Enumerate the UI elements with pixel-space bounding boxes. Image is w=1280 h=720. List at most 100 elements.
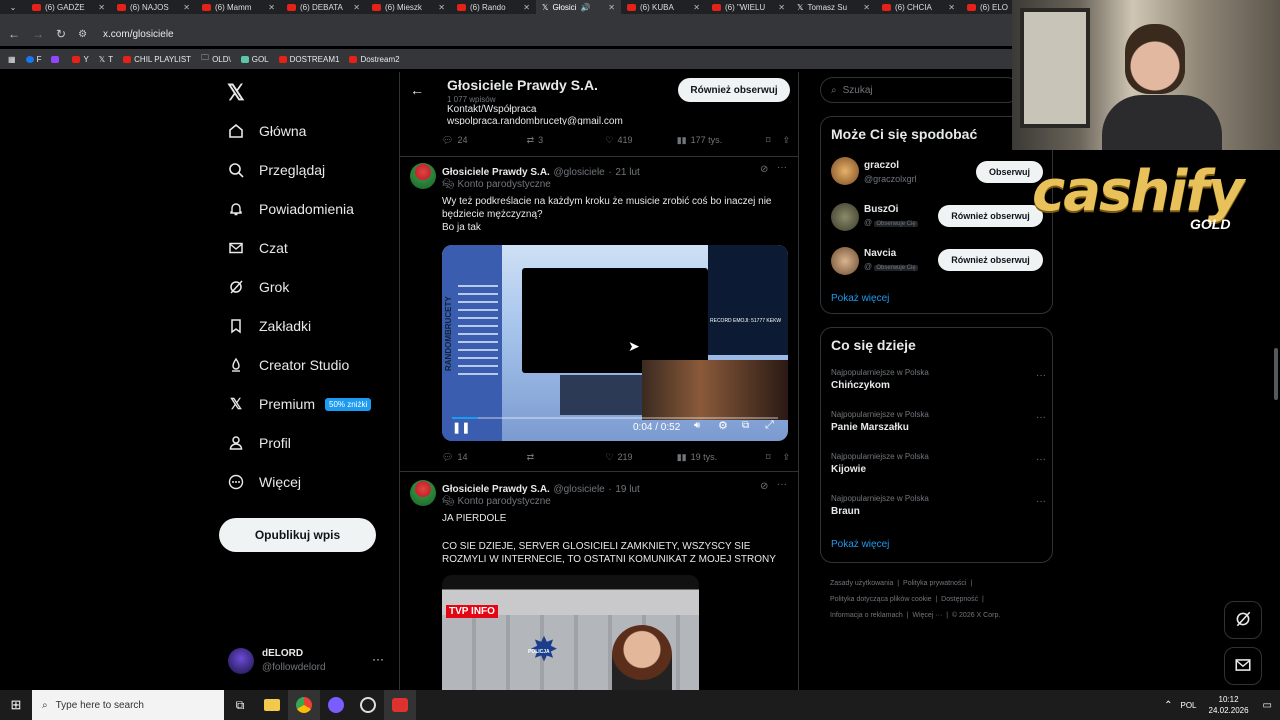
avatar[interactable]: [831, 157, 859, 185]
site-info-icon[interactable]: ⚙: [78, 29, 87, 40]
grok-icon[interactable]: ⊘: [760, 481, 768, 492]
tweet-date[interactable]: 19 lut: [615, 484, 639, 495]
like-icon[interactable]: ♡: [605, 135, 613, 146]
nav-more[interactable]: Więcej: [227, 470, 397, 494]
nav-explore[interactable]: Przeglądaj: [227, 158, 397, 182]
share-icon[interactable]: ⇪: [782, 135, 790, 146]
grok-icon[interactable]: ⊘: [760, 164, 768, 175]
apps-grid-icon[interactable]: ▦: [8, 55, 16, 64]
notifications-icon[interactable]: ▭: [1263, 700, 1272, 711]
close-icon[interactable]: ✕: [523, 3, 530, 12]
taskbar-search[interactable]: ⌕ Type here to search: [32, 690, 224, 720]
keyboard-language[interactable]: POL: [1180, 701, 1196, 710]
close-icon[interactable]: ✕: [693, 3, 700, 12]
browser-tab[interactable]: 𝕏 Tomasz Su ✕: [791, 0, 876, 14]
more-dots-icon[interactable]: ···: [372, 652, 384, 666]
chrome-icon[interactable]: [288, 690, 320, 720]
more-dots-icon[interactable]: ···: [1036, 412, 1046, 423]
browser-tab[interactable]: (6) NAJOS ✕: [111, 0, 196, 14]
footer-link[interactable]: Zasady użytkowania: [830, 580, 893, 587]
pip-icon[interactable]: ⧉: [742, 420, 749, 431]
browser-tab[interactable]: (6) Rando ✕: [451, 0, 536, 14]
browser-tab[interactable]: (6) "WIELU ✕: [706, 0, 791, 14]
nav-creator-studio[interactable]: Creator Studio: [227, 353, 397, 377]
task-view-icon[interactable]: ⧉: [224, 690, 256, 720]
settings-gear-icon[interactable]: ⚙: [718, 419, 728, 432]
nav-home[interactable]: Główna: [227, 119, 397, 143]
bookmark[interactable]: Dostream2: [349, 55, 400, 64]
tweet-date[interactable]: 21 lut: [615, 167, 639, 178]
like-icon[interactable]: ♡: [605, 452, 613, 463]
scrollbar-thumb[interactable]: [1274, 348, 1278, 400]
start-button[interactable]: ⊞: [0, 690, 32, 720]
volume-icon[interactable]: 🔊︎: [694, 420, 700, 431]
more-dots-icon[interactable]: ···: [1036, 454, 1046, 465]
tweet[interactable]: Głosiciele Prawdy S.A. @glosiciele · 19 …: [400, 472, 798, 692]
tweet[interactable]: Głosiciele Prawdy S.A. @glosiciele · 21 …: [400, 157, 798, 471]
nav-bookmarks[interactable]: Zakładki: [227, 314, 397, 338]
trend-item[interactable]: Najpopularniejsze w Polska Panie Marszał…: [831, 410, 1046, 440]
nav-premium[interactable]: 𝕏 Premium 50% zniżki: [227, 392, 397, 416]
reload-icon[interactable]: ↻: [56, 27, 66, 41]
grok-fab[interactable]: [1224, 601, 1262, 639]
trend-item[interactable]: Najpopularniejsze w Polska Kijowie ···: [831, 452, 1046, 482]
trend-item[interactable]: Najpopularniejsze w Polska Braun ···: [831, 494, 1046, 524]
close-icon[interactable]: ✕: [863, 3, 870, 12]
follow-back-button[interactable]: Również obserwuj: [678, 78, 790, 102]
tweet-image[interactable]: TVP INFO ✸ POLICJA: [442, 575, 699, 692]
suggestion-row[interactable]: graczol @graczolxgrl Obserwuj: [821, 155, 1054, 191]
search-input[interactable]: Szukaj: [843, 85, 873, 96]
bookmark-folder[interactable]: 🗀 OLD\: [201, 52, 231, 66]
bookmark[interactable]: GOL: [240, 55, 269, 64]
close-icon[interactable]: ✕: [98, 3, 105, 12]
bookmark[interactable]: DOSTREAM1: [278, 55, 339, 64]
suggestion-row[interactable]: BuszOi @ Obserwuje Cię Również obserwuj: [821, 199, 1054, 235]
user-name[interactable]: graczol: [864, 160, 899, 171]
close-icon[interactable]: ✕: [778, 3, 785, 12]
avatar[interactable]: [831, 247, 859, 275]
close-icon[interactable]: ✕: [438, 3, 445, 12]
close-icon[interactable]: ✕: [183, 3, 190, 12]
account-switcher[interactable]: dELORD @followdelord ···: [228, 646, 388, 678]
messages-fab[interactable]: [1224, 647, 1262, 685]
video-player[interactable]: RANDOMBRUCETY RECORD EMOJI: 51777 KEKW ➤…: [442, 245, 788, 441]
nav-profile[interactable]: Profil: [227, 431, 397, 455]
reply-icon[interactable]: 💬︎: [442, 135, 453, 146]
url-field[interactable]: x.com/glosiciele: [103, 29, 174, 40]
more-dots-icon[interactable]: ···: [1036, 496, 1046, 507]
user-name[interactable]: BuszOi: [864, 204, 898, 215]
user-name[interactable]: Navcia: [864, 248, 896, 259]
bookmark[interactable]: [51, 55, 62, 63]
nav-notifications[interactable]: Powiadomienia: [227, 197, 397, 221]
back-arrow-icon[interactable]: ←: [410, 82, 424, 98]
messenger-icon[interactable]: [320, 690, 352, 720]
recording-app-icon[interactable]: [384, 690, 416, 720]
bookmark-icon[interactable]: ⌑: [766, 452, 771, 463]
app-icon[interactable]: [352, 690, 384, 720]
avatar[interactable]: [410, 480, 436, 506]
repost-icon[interactable]: ⇄: [527, 452, 535, 463]
bookmark[interactable]: F: [25, 55, 41, 64]
footer-link[interactable]: Dostępność: [941, 596, 978, 603]
more-dots-icon[interactable]: ···: [777, 162, 787, 173]
pause-icon[interactable]: ❚❚: [452, 421, 470, 434]
bookmark[interactable]: Y: [72, 55, 89, 64]
search-box[interactable]: ⌕ Szukaj: [820, 77, 1020, 103]
tray-chevron-icon[interactable]: ⌃: [1164, 700, 1172, 711]
avatar[interactable]: [410, 163, 436, 189]
follow-back-button[interactable]: Również obserwuj: [938, 249, 1043, 271]
more-dots-icon[interactable]: ···: [777, 479, 787, 490]
fullscreen-icon[interactable]: ⤢: [765, 419, 774, 432]
tab-search-button[interactable]: ⌄: [0, 0, 26, 14]
speaker-icon[interactable]: 🔊: [580, 3, 590, 12]
suggestion-row[interactable]: Navcia @ Obserwuje Cię Również obserwuj: [821, 243, 1054, 279]
trend-item[interactable]: Najpopularniejsze w Polska Chińczykom ··…: [831, 368, 1046, 398]
close-icon[interactable]: ✕: [353, 3, 360, 12]
back-arrow-icon[interactable]: ←: [8, 27, 20, 41]
footer-link[interactable]: Informacja o reklamach: [830, 612, 903, 619]
bookmark[interactable]: CHIL PLAYLIST: [123, 55, 191, 64]
post-button[interactable]: Opublikuj wpis: [219, 518, 376, 552]
clock[interactable]: 10:12 24.02.2026: [1209, 694, 1249, 716]
browser-tab[interactable]: (6) DEBATA ✕: [281, 0, 366, 14]
share-icon[interactable]: ⇪: [782, 452, 790, 463]
